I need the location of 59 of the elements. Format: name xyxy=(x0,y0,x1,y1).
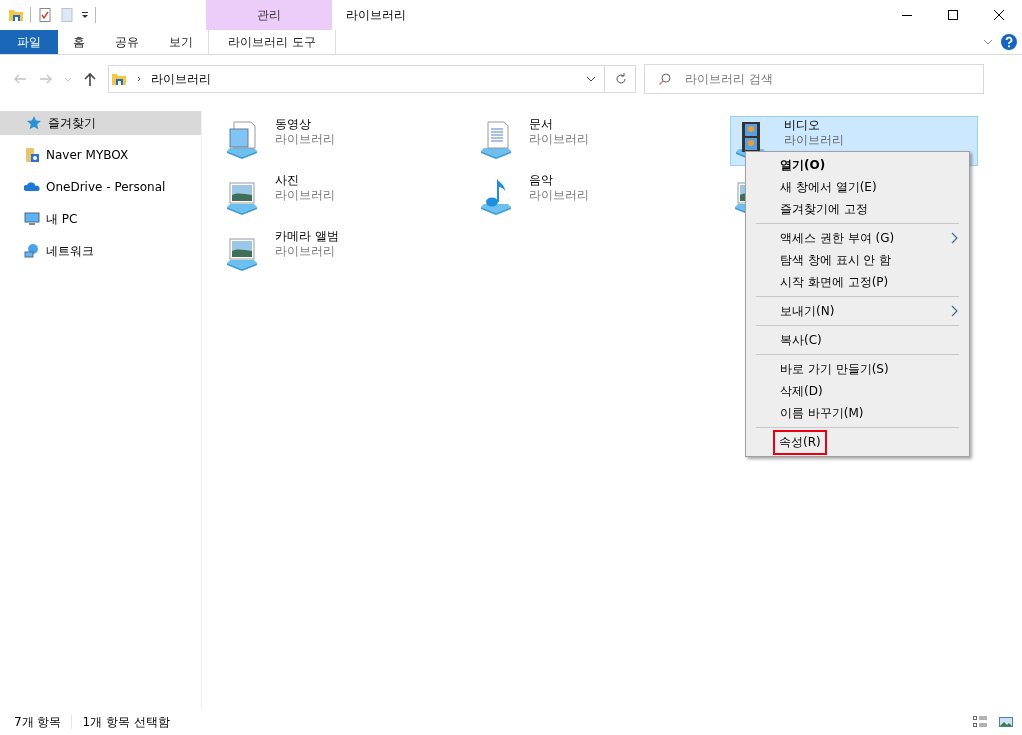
computer-icon xyxy=(24,211,40,227)
library-name[interactable]: 문서 xyxy=(529,117,589,132)
library-type: 라이브러리 xyxy=(275,132,335,147)
refresh-icon[interactable] xyxy=(613,71,629,87)
menu-item[interactable]: 이름 바꾸기(M) xyxy=(746,402,969,424)
folder-icon xyxy=(111,71,127,87)
window-title: 라이브러리 xyxy=(345,6,407,24)
library-name[interactable]: 비디오 xyxy=(784,118,844,133)
folder-icon[interactable] xyxy=(8,7,24,23)
item-count: 7개 항목 xyxy=(14,713,62,731)
library-name[interactable]: 카메라 앨범 xyxy=(275,229,339,244)
ribbon-tab[interactable]: 홈 xyxy=(58,30,100,54)
menu-item[interactable]: 새 창에서 열기(E) xyxy=(746,176,969,198)
library-type: 라이브러리 xyxy=(529,132,589,147)
library-type: 라이브러리 xyxy=(784,133,844,148)
menu-item[interactable]: 보내기(N) xyxy=(746,300,969,322)
sidebar-item[interactable]: 네트워크 xyxy=(0,239,199,263)
selection-count: 1개 항목 선택함 xyxy=(82,713,170,731)
network-icon xyxy=(24,243,40,259)
menu-item[interactable]: 시작 화면에 고정(P) xyxy=(746,271,969,293)
search-icon xyxy=(658,72,672,86)
star-icon xyxy=(26,115,42,131)
menu-item[interactable]: 삭제(D) xyxy=(746,380,969,402)
expand-ribbon-icon[interactable] xyxy=(983,37,993,47)
sidebar-item[interactable]: 즐겨찾기 xyxy=(0,111,201,135)
menu-item[interactable]: 즐겨찾기에 고정 xyxy=(746,198,969,220)
context-tab-group: 관리 xyxy=(206,0,332,30)
library-type: 라이브러리 xyxy=(275,244,336,259)
help-icon[interactable] xyxy=(1001,34,1017,50)
up-icon[interactable] xyxy=(82,71,98,87)
details-view-icon[interactable] xyxy=(972,714,988,730)
menu-item[interactable]: 복사(C) xyxy=(746,329,969,351)
document-library-icon[interactable] xyxy=(225,119,259,161)
customize-dropdown-icon[interactable] xyxy=(81,11,89,19)
dropdown-icon[interactable] xyxy=(586,74,596,84)
menu-item[interactable]: 탐색 창에 표시 안 함 xyxy=(746,249,969,271)
library-name[interactable]: 동영상 xyxy=(275,117,335,132)
ribbon-tab[interactable]: 보기 xyxy=(154,30,208,54)
chevron-icon xyxy=(135,75,143,83)
folder-icon xyxy=(24,147,40,163)
ribbon-tab[interactable]: 공유 xyxy=(100,30,154,54)
address-bar[interactable]: 라이브러리 xyxy=(108,65,636,93)
menu-item[interactable]: 바로 가기 만들기(S) xyxy=(746,358,969,380)
library-type: 라이브러리 xyxy=(275,188,335,203)
library-type: 라이브러리 xyxy=(529,188,589,203)
menu-item[interactable]: 속성(R) xyxy=(746,431,969,453)
properties-icon[interactable] xyxy=(37,7,53,23)
search-field[interactable]: 라이브러리 검색 xyxy=(644,64,984,94)
menu-item[interactable]: 액세스 권한 부여 (G) xyxy=(746,227,969,249)
sidebar-item[interactable]: OneDrive - Personal xyxy=(0,175,199,199)
sidebar-item[interactable]: Naver MYBOX xyxy=(0,143,199,167)
sidebar-item[interactable]: 내 PC xyxy=(0,207,199,231)
breadcrumb[interactable]: 라이브러리 xyxy=(151,70,211,88)
library-name[interactable]: 사진 xyxy=(275,173,335,188)
ribbon-tab[interactable]: 라이브러리 도구 xyxy=(208,30,336,54)
library-name[interactable]: 음악 xyxy=(529,173,589,188)
large-icons-view-icon[interactable] xyxy=(998,714,1014,730)
document-library-icon[interactable] xyxy=(479,119,513,161)
file-tab[interactable]: 파일 xyxy=(0,30,58,54)
